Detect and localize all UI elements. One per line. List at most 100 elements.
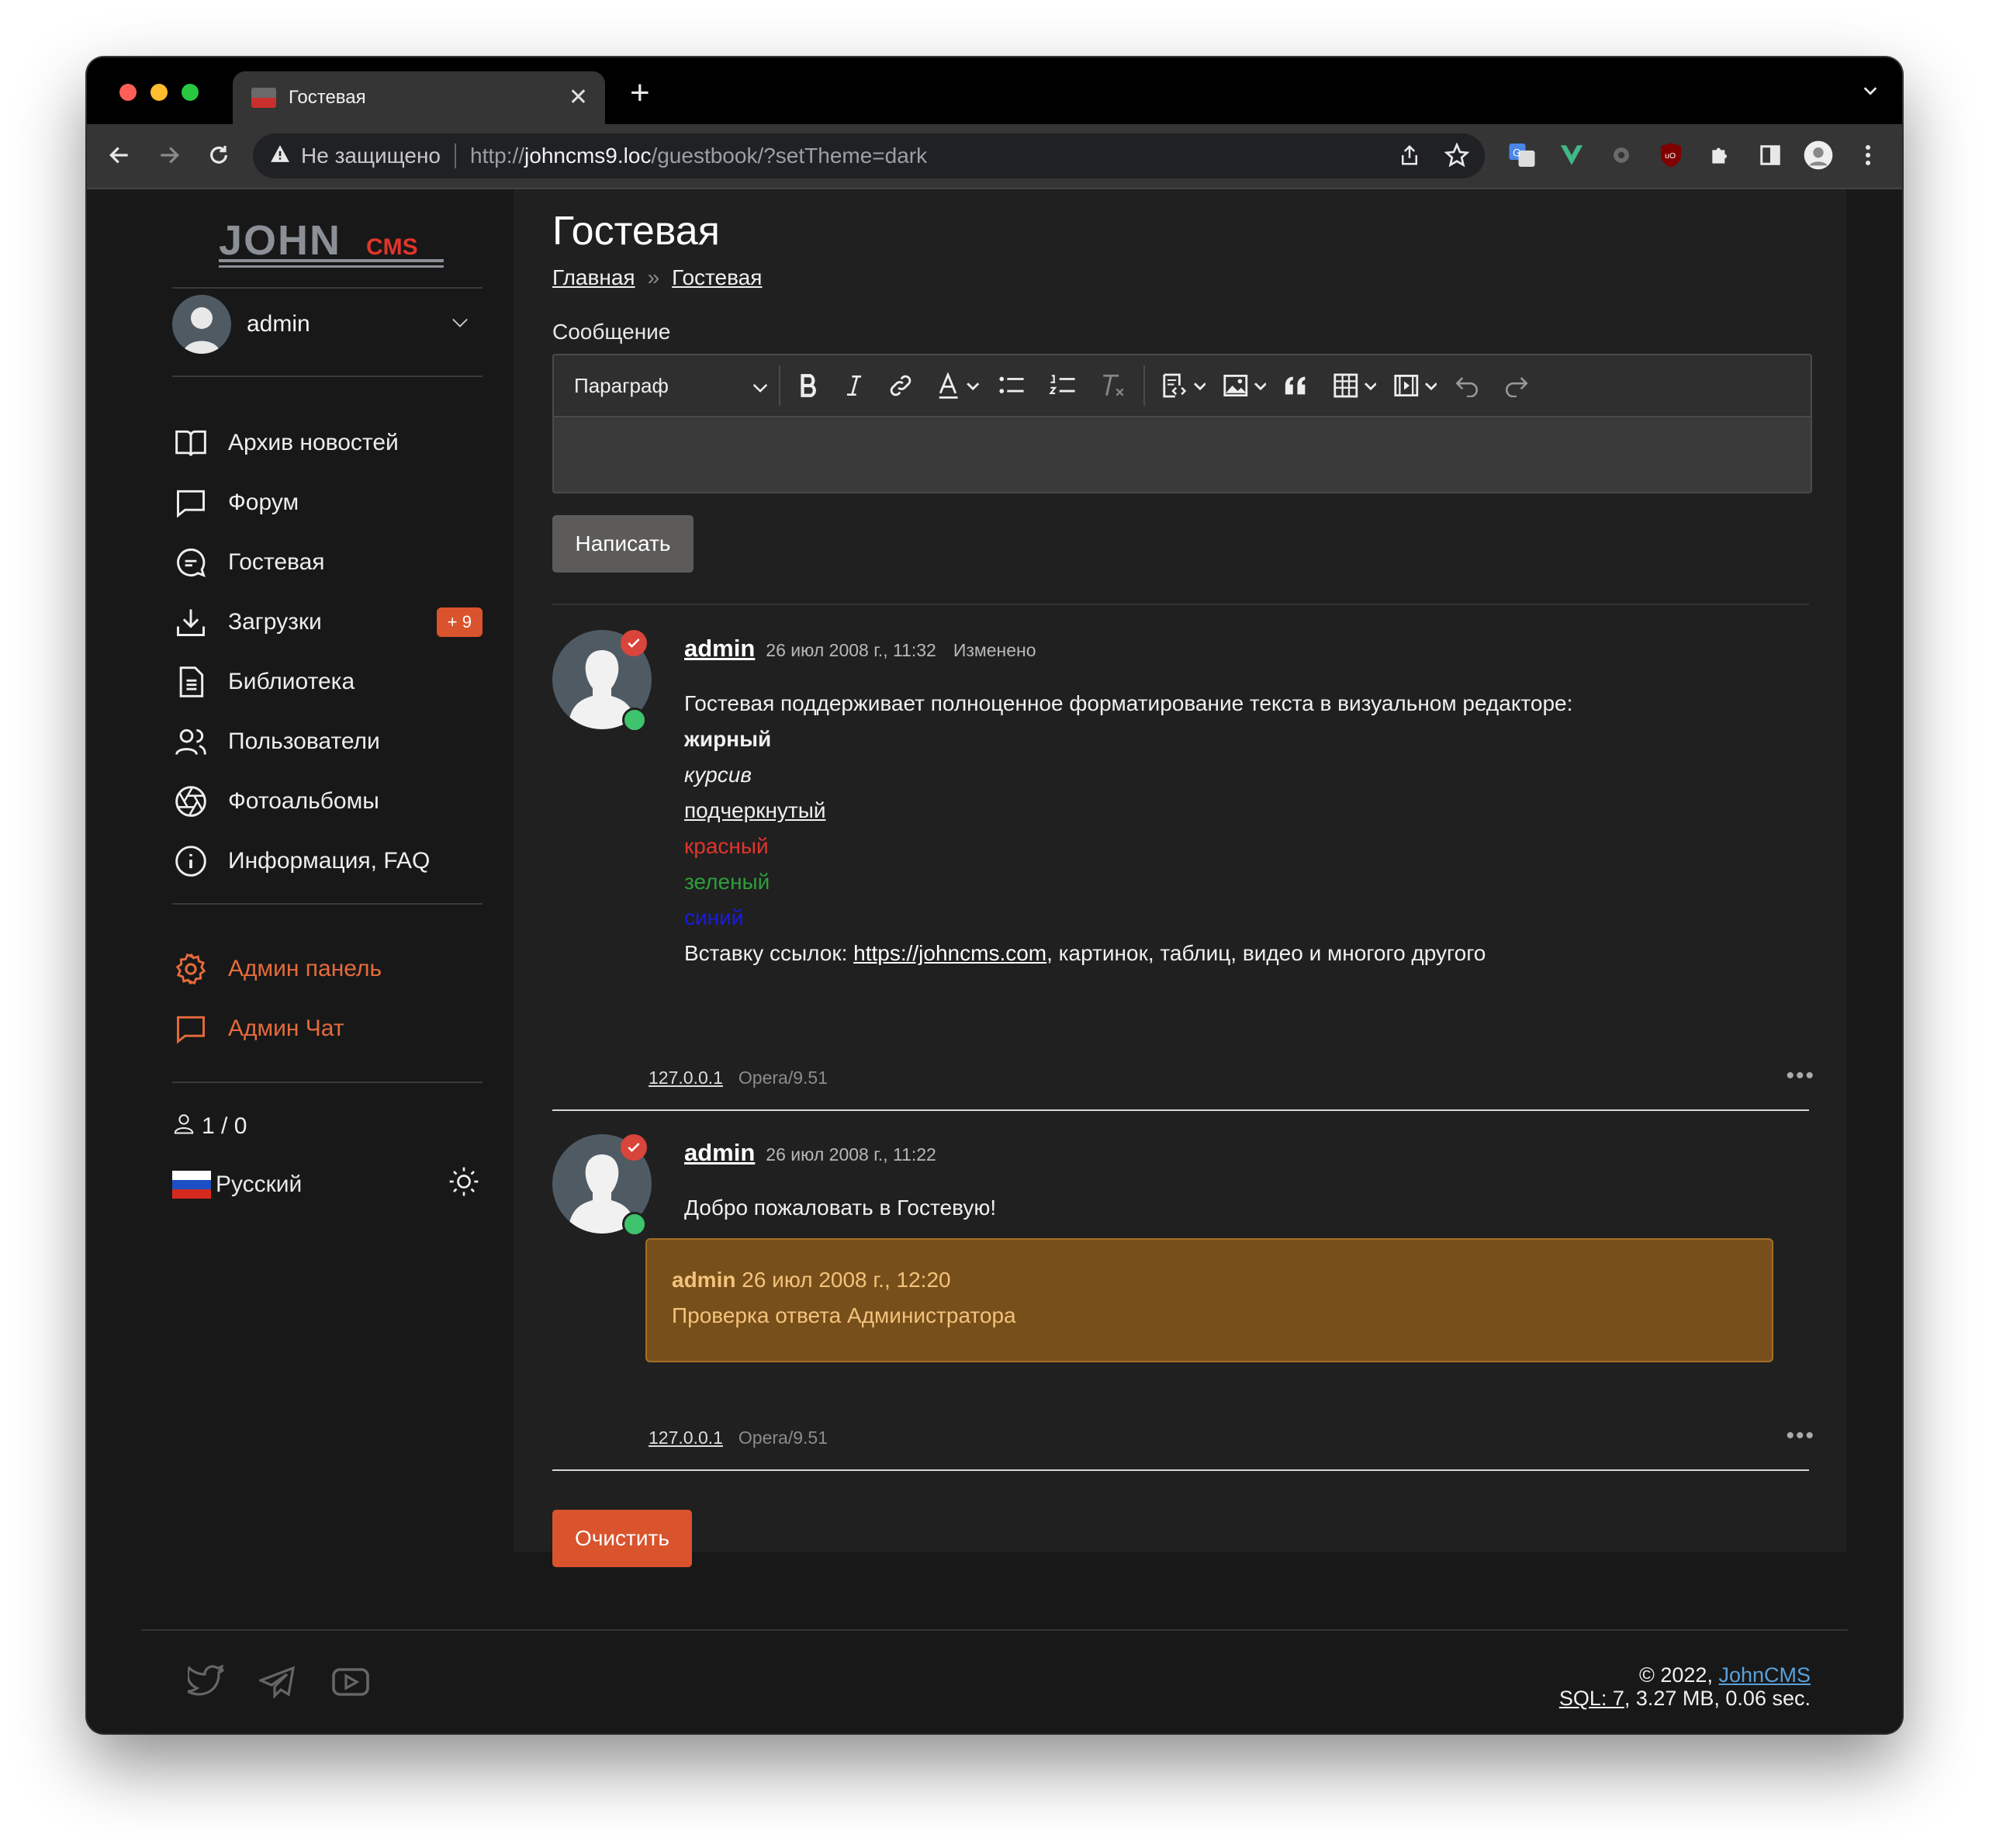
insert-media-icon[interactable]	[1393, 367, 1437, 404]
share-icon[interactable]	[1398, 143, 1421, 173]
johncms-footer-link[interactable]: JohnCMS	[1718, 1663, 1811, 1687]
site-logo[interactable]: JOHN CMS	[219, 217, 444, 270]
post-text-italic: курсив	[684, 763, 752, 787]
redo-icon[interactable]	[1503, 367, 1530, 404]
online-status-dot	[622, 708, 647, 732]
guestbook-chat-icon	[172, 544, 209, 581]
browser-tab[interactable]: Гостевая ✕	[233, 71, 605, 124]
close-window-button[interactable]	[119, 84, 137, 101]
verified-check-icon	[621, 630, 647, 656]
sidebar-item-photo-albums[interactable]: Фотоальбомы	[172, 771, 483, 831]
johncms-link[interactable]: https://johncms.com	[853, 941, 1046, 965]
tab-search-chevron-icon[interactable]	[1862, 82, 1879, 103]
post-meta: 127.0.0.1 Opera/9.51	[649, 1068, 828, 1088]
post-meta: 127.0.0.1 Opera/9.51	[649, 1428, 828, 1448]
puzzle-extensions-icon[interactable]	[1705, 140, 1736, 171]
vue-devtools-icon[interactable]	[1556, 140, 1587, 171]
block-quote-icon[interactable]	[1283, 367, 1309, 404]
sidebar-item-users[interactable]: Пользователи	[172, 711, 483, 771]
post-date: 26 июл 2008 г., 11:22	[766, 1144, 936, 1165]
youtube-icon[interactable]	[330, 1665, 371, 1703]
warning-triangle-icon[interactable]	[270, 144, 290, 168]
more-menu-icon[interactable]	[1852, 140, 1883, 171]
sidebar-item-forum[interactable]: Форум	[172, 472, 483, 532]
post-author-link[interactable]: admin	[684, 635, 755, 663]
side-panel-icon[interactable]	[1755, 140, 1786, 171]
svg-text:CMS: CMS	[366, 234, 418, 260]
close-tab-icon[interactable]: ✕	[569, 86, 588, 109]
sidebar-item-downloads[interactable]: Загрузки + 9	[172, 592, 483, 652]
bold-icon[interactable]	[797, 367, 821, 404]
language-selector[interactable]: Русский	[172, 1165, 483, 1204]
security-label[interactable]: Не защищено	[301, 144, 441, 168]
post-body: Гостевая поддерживает полноценное формат…	[684, 686, 1572, 971]
translate-extension-icon[interactable]: G	[1506, 140, 1538, 171]
ublock-icon[interactable]: uO	[1655, 140, 1686, 171]
post-ip-link[interactable]: 127.0.0.1	[649, 1428, 723, 1448]
source-code-icon[interactable]	[1162, 367, 1206, 404]
post-author-link[interactable]: admin	[684, 1139, 755, 1167]
undo-icon[interactable]	[1454, 367, 1480, 404]
telegram-icon[interactable]	[257, 1665, 296, 1703]
block-format-dropdown[interactable]: Параграф	[574, 374, 768, 398]
user-menu[interactable]: admin	[172, 293, 483, 355]
post-more-options-icon[interactable]: •••	[1786, 1063, 1815, 1089]
insert-image-icon[interactable]	[1223, 367, 1266, 404]
sidebar-item-label: Админ Чат	[228, 1015, 344, 1041]
sidebar: JOHN CMS admin Архив новостей Форум Гост…	[172, 189, 483, 1586]
sun-theme-icon[interactable]	[448, 1166, 479, 1203]
zoom-window-button[interactable]	[182, 84, 199, 101]
minimize-window-button[interactable]	[150, 84, 168, 101]
italic-icon[interactable]	[844, 367, 864, 404]
font-color-icon[interactable]	[937, 367, 981, 404]
post-text: Добро пожаловать в Гостевую!	[684, 1196, 997, 1220]
numbered-list-icon[interactable]	[1049, 367, 1077, 404]
url-text[interactable]: http://johncms9.loc/guestbook/?setTheme=…	[470, 144, 927, 168]
sidebar-item-news-archive[interactable]: Архив новостей	[172, 413, 483, 472]
link-icon[interactable]	[887, 367, 914, 404]
post-divider	[552, 1109, 1809, 1111]
clear-formatting-icon[interactable]	[1100, 367, 1126, 404]
clear-button[interactable]: Очистить	[552, 1510, 692, 1567]
breadcrumb-home-link[interactable]: Главная	[552, 265, 635, 289]
chat-bubble-icon	[172, 484, 209, 521]
title-bar: Гостевая ✕ +	[87, 57, 1902, 124]
editor-content-area[interactable]	[554, 417, 1811, 492]
reply-header: admin 26 июл 2008 г., 12:20	[672, 1268, 951, 1293]
profile-avatar-icon[interactable]	[1803, 140, 1834, 171]
sidebar-item-admin-panel[interactable]: Админ панель	[172, 939, 483, 998]
post-text-red: красный	[684, 834, 769, 858]
sidebar-item-guestbook[interactable]: Гостевая	[172, 532, 483, 592]
online-stats[interactable]: 1 / 0	[172, 1111, 247, 1142]
insert-table-icon[interactable]	[1333, 367, 1376, 404]
settings-extension-icon[interactable]	[1606, 140, 1637, 171]
sidebar-item-admin-chat[interactable]: Админ Чат	[172, 998, 483, 1058]
svg-text:G: G	[1513, 147, 1521, 159]
sidebar-item-label: Пользователи	[228, 728, 380, 754]
online-status-dot	[622, 1212, 647, 1237]
back-arrow-icon[interactable]	[104, 140, 135, 171]
twitter-icon[interactable]	[183, 1663, 225, 1703]
bookmark-star-icon[interactable]	[1444, 142, 1470, 173]
sql-count-link[interactable]: SQL: 7	[1559, 1687, 1624, 1710]
chevron-down-icon[interactable]	[451, 317, 469, 332]
downloads-count-badge: + 9	[436, 607, 483, 637]
sidebar-item-info-faq[interactable]: Информация, FAQ	[172, 831, 483, 891]
sidebar-divider	[172, 287, 483, 289]
new-tab-button[interactable]: +	[630, 76, 650, 110]
address-bar[interactable]: Не защищено http://johncms9.loc/guestboo…	[253, 133, 1485, 178]
document-icon	[172, 663, 209, 701]
bullet-list-icon[interactable]	[998, 367, 1026, 404]
page-content: JOHN CMS admin Архив новостей Форум Гост…	[87, 189, 1902, 1733]
forward-arrow-icon[interactable]	[154, 140, 185, 171]
post-date: 26 июл 2008 г., 11:32	[766, 640, 936, 660]
post-more-options-icon[interactable]: •••	[1786, 1423, 1815, 1449]
post-ip-link[interactable]: 127.0.0.1	[649, 1068, 723, 1088]
breadcrumb-current-link[interactable]: Гостевая	[672, 265, 762, 289]
post-divider	[552, 1469, 1809, 1471]
guestbook-post: admin 26 июл 2008 г., 11:32 Изменено Гос…	[552, 630, 1809, 965]
write-button[interactable]: Написать	[552, 515, 694, 573]
reload-icon[interactable]	[203, 140, 234, 171]
sidebar-item-library[interactable]: Библиотека	[172, 652, 483, 711]
sidebar-item-label: Админ панель	[228, 955, 382, 981]
